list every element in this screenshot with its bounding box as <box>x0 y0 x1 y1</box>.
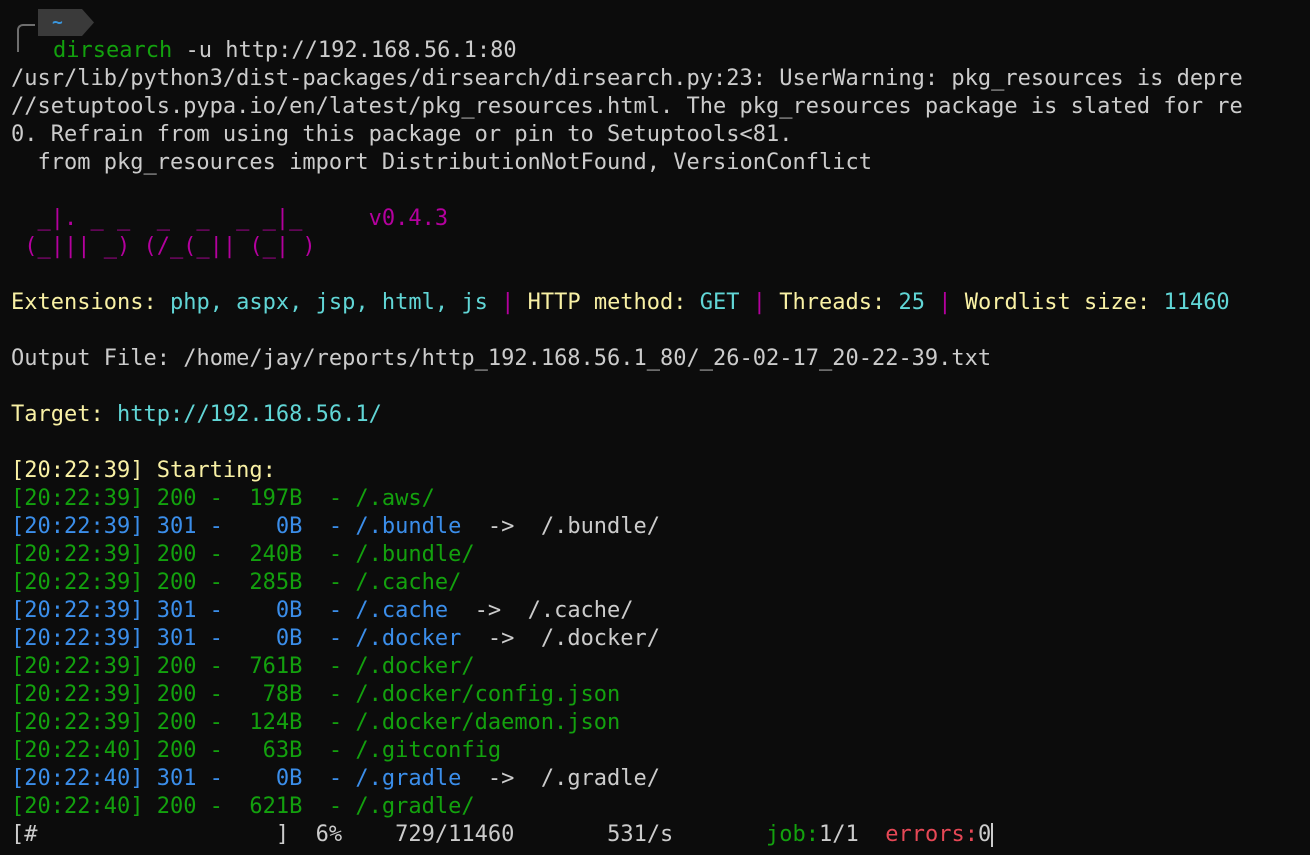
result-entry: [20:22:39] <box>11 486 144 511</box>
result-row: [20:22:39] 200 - 761B - /.docker/ <box>11 653 1310 681</box>
result-details: 301 - 0B - /.cache <box>143 598 449 623</box>
banner-art-row-1: _|. _ _ _ _ _ _|_ <box>11 206 303 231</box>
result-row: [20:22:39] 200 - 285B - /.cache/ <box>11 569 1310 597</box>
http-method-value: GET <box>699 290 740 315</box>
result-row: [20:22:40] 200 - 63B - /.gitconfig <box>11 737 1310 765</box>
ascii-banner-row-2: (_||| _) (/_(_|| (_| ) <box>11 234 316 259</box>
separator: | <box>501 290 515 315</box>
result-row: [20:22:39] 200 - 240B - /.bundle/ <box>11 541 1310 569</box>
result-details: 200 - 761B - /.docker/ <box>143 654 475 679</box>
warning-line-3: 0. Refrain from using this package or pi… <box>11 122 793 147</box>
text-cursor <box>991 823 994 847</box>
result-entry: [20:22:39] <box>11 710 144 735</box>
separator: | <box>938 290 952 315</box>
redirect-arrow: -> <box>461 514 541 539</box>
separator: | <box>752 290 767 315</box>
warning-line-4: from pkg_resources import DistributionNo… <box>11 150 872 175</box>
starting-text: Starting: <box>156 458 276 483</box>
target-label: Target: <box>11 402 104 427</box>
errors-label: errors: <box>885 822 978 847</box>
result-entry: [20:22:39] <box>11 654 144 679</box>
threads-value: 25 <box>898 290 926 315</box>
prompt-directory-badge: ~ <box>38 9 94 36</box>
result-row: [20:22:39] 301 - 0B - /.cache -> /.cache… <box>11 597 1310 625</box>
prompt-dir-text: ~ <box>52 12 63 33</box>
redirect-target: /.gradle/ <box>540 766 661 791</box>
result-entry: [20:22:39] <box>11 514 144 539</box>
prompt-connector <box>17 24 35 52</box>
result-entry: [20:22:39] <box>11 542 144 567</box>
progress-line: [# ] 6% 729/11460 531/s job:1/1 errors:0 <box>11 821 1310 849</box>
result-entry: [20:22:39] <box>11 682 144 707</box>
terminal-window[interactable]: ~ dirsearch -u http://192.168.56.1:80 /u… <box>0 0 1310 855</box>
progress-percent: 6% <box>315 822 343 847</box>
starting-timestamp: [20:22:39] <box>11 458 144 483</box>
result-row: [20:22:40] 301 - 0B - /.gradle -> /.grad… <box>11 765 1310 793</box>
redirect-target: /.cache/ <box>527 598 634 623</box>
extensions-label: Extensions: <box>11 290 157 315</box>
version-label: v0.4.3 <box>368 206 449 231</box>
progress-rate: 531/s <box>607 822 674 847</box>
output-file-line: Output File: /home/jay/reports/http_192.… <box>11 345 1310 373</box>
result-row: [20:22:39] 301 - 0B - /.bundle -> /.bund… <box>11 513 1310 541</box>
redirect-target: /.bundle/ <box>540 514 661 539</box>
result-details: 200 - 285B - /.cache/ <box>143 570 462 595</box>
result-entry: [20:22:39] <box>11 598 144 623</box>
result-entry: [20:22:39] <box>11 626 144 651</box>
result-details: 301 - 0B - /.bundle <box>143 514 462 539</box>
redirect-arrow: -> <box>448 598 528 623</box>
command-line: dirsearch -u http://192.168.56.1:80 <box>53 37 1310 65</box>
extensions-value: php, aspx, jsp, html, js <box>169 290 488 315</box>
redirect-target: /.docker/ <box>540 626 661 651</box>
result-details: 200 - 240B - /.bundle/ <box>143 542 475 567</box>
result-details: 200 - 78B - /.docker/config.json <box>143 682 621 707</box>
errors-value: 0 <box>977 822 992 847</box>
threads-label: Threads: <box>779 290 886 315</box>
result-entry: [20:22:40] <box>11 738 144 763</box>
result-details: 301 - 0B - /.docker <box>143 626 462 651</box>
result-details: 200 - 124B - /.docker/daemon.json <box>143 710 621 735</box>
result-row: [20:22:39] 200 - 197B - /.aws/ <box>11 485 1310 513</box>
result-details: 200 - 621B - /.gradle/ <box>143 794 475 819</box>
result-details: 301 - 0B - /.gradle <box>143 766 462 791</box>
job-value: 1/1 <box>819 822 859 847</box>
redirect-arrow: -> <box>461 626 541 651</box>
ascii-banner-row-1: _|. _ _ _ _ _ _|_ v0.4.3 <box>11 205 1310 233</box>
wordlist-size-label: Wordlist size: <box>964 290 1151 315</box>
result-details: 200 - 63B - /.gitconfig <box>143 738 502 763</box>
output-file-path: /home/jay/reports/http_192.168.56.1_80/_… <box>183 346 992 371</box>
config-line: Extensions: php, aspx, jsp, html, js | H… <box>11 289 1310 317</box>
warning-line-1: /usr/lib/python3/dist-packages/dirsearch… <box>11 66 1243 91</box>
progress-bar: [# ] <box>11 822 290 847</box>
result-entry: [20:22:40] <box>11 766 144 791</box>
target-line: Target: http://192.168.56.1/ <box>11 401 1310 429</box>
result-entry: [20:22:39] <box>11 570 144 595</box>
target-url: http://192.168.56.1/ <box>116 402 382 427</box>
output-file-label: Output File: <box>11 346 170 371</box>
redirect-arrow: -> <box>461 766 541 791</box>
starting-line: [20:22:39] Starting: <box>11 457 1310 485</box>
progress-count: 729/11460 <box>395 822 515 847</box>
result-row: [20:22:39] 200 - 78B - /.docker/config.j… <box>11 681 1310 709</box>
result-details: 200 - 197B - /.aws/ <box>143 486 435 511</box>
result-entry: [20:22:40] <box>11 794 144 819</box>
result-row: [20:22:39] 301 - 0B - /.docker -> /.dock… <box>11 625 1310 653</box>
wordlist-size-value: 11460 <box>1163 290 1230 315</box>
command-name: dirsearch <box>53 38 173 63</box>
result-row: [20:22:39] 200 - 124B - /.docker/daemon.… <box>11 709 1310 737</box>
result-row: [20:22:40] 200 - 621B - /.gradle/ <box>11 793 1310 821</box>
http-method-label: HTTP method: <box>527 290 687 315</box>
warning-line-2: //setuptools.pypa.io/en/latest/pkg_resou… <box>11 94 1243 119</box>
command-args: -u http://192.168.56.1:80 <box>172 38 517 63</box>
job-label: job: <box>766 822 820 847</box>
